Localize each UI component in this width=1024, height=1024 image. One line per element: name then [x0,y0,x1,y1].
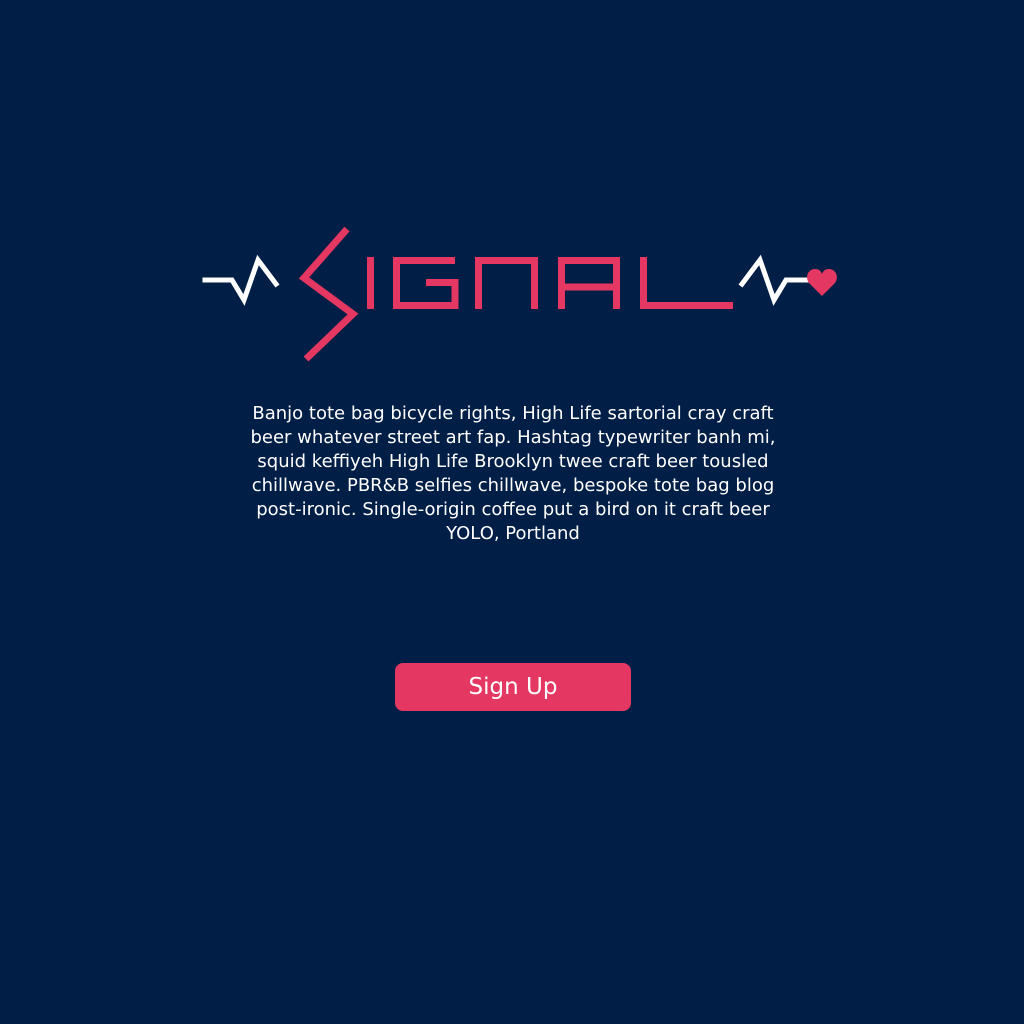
app-screen: SIGNAL Banjo tote bag bicycle rights, Hi… [0,0,1024,1022]
logo-letter-s [298,226,359,362]
logo-letter-n [475,257,538,309]
heartbeat-pulse-icon [202,254,280,306]
heart-icon [807,269,837,296]
logo-letter-i [367,257,374,309]
logo-letter-l [640,257,733,309]
logo-letter-a [558,257,620,309]
signal-logo: SIGNAL [200,222,840,367]
signal-logo-graphic [202,226,837,362]
sign-up-button[interactable]: Sign Up [395,663,631,711]
intro-description: Banjo tote bag bicycle rights, High Life… [250,403,776,544]
heartbeat-pulse-icon [738,254,813,306]
logo-letter-g [393,257,459,309]
